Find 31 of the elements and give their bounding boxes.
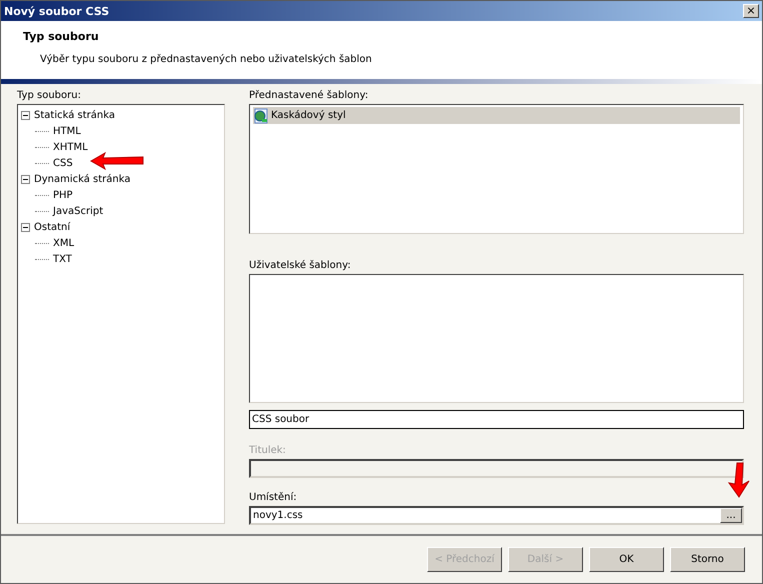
location-label: Umístění: (249, 492, 298, 505)
close-button[interactable]: × (743, 4, 759, 18)
description-field[interactable]: CSS soubor (249, 410, 744, 429)
title-field[interactable] (249, 459, 744, 478)
tree-item[interactable]: CSS (51, 158, 75, 168)
tree-item[interactable]: Dynamická stránka (32, 174, 132, 184)
collapse-icon[interactable] (21, 110, 30, 120)
collapse-icon[interactable] (21, 174, 30, 184)
tree-item[interactable]: Statická stránka (32, 110, 117, 120)
tree-item[interactable]: Ostatní (32, 222, 72, 232)
browse-button[interactable]: ... (720, 508, 742, 523)
dialog-button[interactable]: Storno (670, 547, 745, 572)
tree-item[interactable]: XHTML (51, 142, 90, 152)
title-label: Titulek: (249, 445, 287, 458)
tree-item[interactable]: XML (51, 238, 76, 248)
template-item[interactable]: Kaskádový styl (253, 107, 740, 124)
tree-item[interactable]: HTML (51, 126, 83, 136)
collapse-icon[interactable] (21, 222, 30, 232)
location-field[interactable]: novy1.css ... (249, 506, 744, 525)
user-templates-label: Uživatelské šablony: (249, 260, 352, 273)
tree-label: Typ souboru: (17, 90, 82, 103)
tree-item[interactable]: TXT (51, 254, 74, 264)
globe-document-icon (253, 108, 269, 124)
header-title: Typ souboru (23, 30, 100, 43)
header-subtitle: Výběr typu souboru z přednastavených nebo uživatelských šablon (39, 54, 373, 65)
preset-label: Přednastavené šablony: (249, 90, 370, 103)
dialog-button[interactable]: OK (589, 547, 664, 572)
tree-item[interactable]: PHP (51, 190, 75, 200)
tree-item[interactable]: JavaScript (51, 206, 106, 216)
arrow-icon (727, 461, 751, 499)
window-title: Nový soubor CSS (4, 4, 110, 18)
